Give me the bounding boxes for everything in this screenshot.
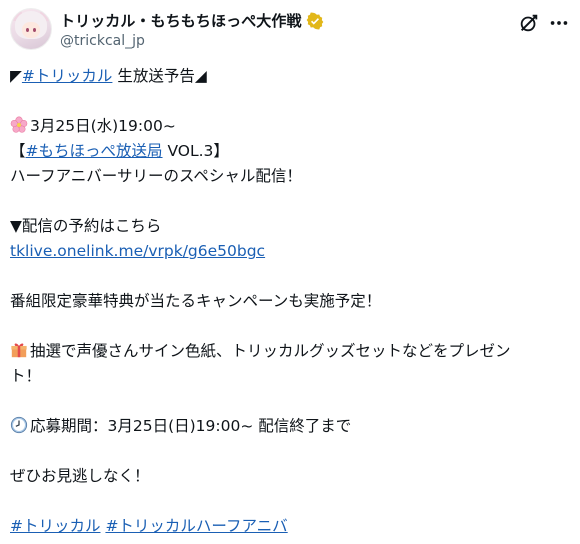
entry-period: 応募期間：3月25日(日)19:00~ 配信終了まで	[30, 417, 352, 435]
display-name[interactable]: トリッカル・もちもちほっぺ大作戦	[60, 10, 302, 31]
verified-badge-icon	[306, 11, 323, 30]
line-date: 3月25日(水)19:00~	[10, 114, 570, 139]
bracket-open: 【	[10, 142, 26, 160]
announcement-text: 生放送予告◢	[112, 67, 207, 85]
hashtag-trickcal-footer[interactable]: #トリッカル	[10, 517, 101, 535]
more-options-icon[interactable]	[548, 12, 570, 34]
corner-mark: ◤	[10, 67, 22, 85]
author-name-row: トリッカル・もちもちほっぺ大作戦	[60, 10, 324, 31]
grok-icon[interactable]	[518, 12, 540, 34]
cherry-blossom-icon	[10, 116, 28, 133]
line-hashtags: #トリッカル #トリッカルハーフアニバ	[10, 514, 570, 539]
line-announcement: ◤#トリッカル 生放送予告◢	[10, 64, 570, 89]
avatar[interactable]	[10, 8, 52, 50]
tweet-header: トリッカル・もちもちほっぺ大作戦 @trickcal_jp	[10, 6, 570, 54]
line-period: 応募期間：3月25日(日)19:00~ 配信終了まで	[10, 414, 570, 439]
program-volume: VOL.3】	[162, 142, 229, 160]
line-campaign: 番組限定豪華特典が当たるキャンペーンも実施予定！	[10, 292, 382, 310]
line-prize-cont: ト！	[10, 367, 42, 385]
line-special: ハーフアニバーサリーのスペシャル配信！	[10, 167, 302, 185]
tweet-text: ◤#トリッカル 生放送予告◢ 3月25日(水)19:00~ 【#もちほっぺ放送局…	[10, 64, 570, 539]
line-closing: ぜひお見逃しなく！	[10, 467, 150, 485]
hashtag-trickcal[interactable]: #トリッカル	[22, 67, 113, 85]
hashtag-half-anniv[interactable]: #トリッカルハーフアニバ	[105, 517, 287, 535]
hashtag-mochihoppe[interactable]: #もちほっぺ放送局	[26, 142, 163, 160]
broadcast-date: 3月25日(水)19:00~	[30, 117, 176, 135]
clock-icon	[10, 416, 28, 434]
tweet: トリッカル・もちもちほっぺ大作戦 @trickcal_jp ◤#トリッカル 生放…	[0, 0, 580, 544]
author-handle[interactable]: @trickcal_jp	[60, 33, 145, 49]
reservation-link[interactable]: tklive.onelink.me/vrpk/g6e50bgc	[10, 242, 265, 260]
line-reserve: ▼配信の予約はこちら	[10, 217, 162, 235]
gift-icon	[11, 343, 27, 358]
line-prize: 抽選で声優さんサイン色紙、トリッカルグッズセットなどをプレゼン	[10, 339, 570, 364]
line-program: 【#もちほっぺ放送局 VOL.3】	[10, 139, 570, 164]
prize-text: 抽選で声優さんサイン色紙、トリッカルグッズセットなどをプレゼン	[30, 342, 511, 360]
